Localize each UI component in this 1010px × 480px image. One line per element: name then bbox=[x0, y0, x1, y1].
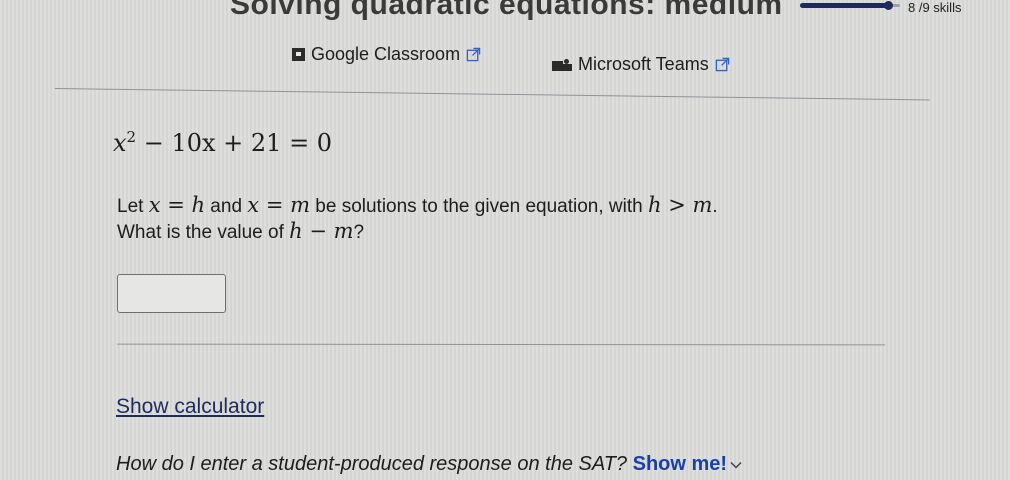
google-classroom-icon bbox=[292, 48, 305, 61]
equation-variable: x bbox=[113, 129, 127, 157]
question-text-segment: ? bbox=[353, 222, 365, 243]
section-divider bbox=[54, 88, 930, 101]
equation-exponent: 2 bbox=[126, 128, 137, 146]
show-calculator-link[interactable]: Show calculator bbox=[116, 395, 264, 419]
math-x-equals-h: x = h bbox=[148, 193, 206, 217]
external-link-icon bbox=[466, 47, 481, 62]
help-text: How do I enter a student-produced respon… bbox=[116, 453, 628, 475]
equation-rest: − 10x + 21 = 0 bbox=[136, 129, 333, 157]
section-divider bbox=[116, 343, 886, 346]
skills-count: 8 /9 skills bbox=[908, 0, 962, 15]
problem-equation: x2 − 10x + 21 = 0 bbox=[113, 128, 332, 157]
question-text-segment: and bbox=[205, 196, 248, 217]
question-text-segment: . bbox=[712, 196, 718, 217]
google-classroom-share[interactable]: Google Classroom bbox=[292, 44, 481, 65]
microsoft-teams-share[interactable]: Microsoft Teams bbox=[552, 54, 730, 75]
show-me-link[interactable]: Show me! bbox=[633, 453, 743, 475]
math-h-minus-m: h − m bbox=[289, 219, 354, 243]
question-text-segment: Let bbox=[117, 196, 149, 217]
answer-input[interactable] bbox=[117, 274, 226, 313]
progress-bar bbox=[800, 1, 900, 10]
microsoft-teams-icon bbox=[552, 58, 574, 72]
help-question: How do I enter a student-produced respon… bbox=[116, 453, 743, 476]
progress-fill bbox=[800, 3, 889, 8]
question-text-segment: be solutions to the given equation, with bbox=[310, 196, 649, 217]
google-classroom-label: Google Classroom bbox=[311, 44, 461, 64]
question-text-segment: What is the value of bbox=[117, 222, 290, 243]
microsoft-teams-label: Microsoft Teams bbox=[578, 54, 709, 74]
show-me-label: Show me! bbox=[632, 453, 728, 475]
math-h-greater-m: h > m bbox=[648, 193, 713, 217]
math-x-equals-m: x = m bbox=[247, 193, 310, 217]
question-text: Let x = h and x = m be solutions to the … bbox=[117, 193, 718, 245]
chevron-down-icon bbox=[730, 461, 742, 469]
progress-marker bbox=[884, 1, 893, 10]
exercise-title: Solving quadratic equations: medium bbox=[230, 0, 783, 21]
external-link-icon bbox=[715, 57, 729, 72]
